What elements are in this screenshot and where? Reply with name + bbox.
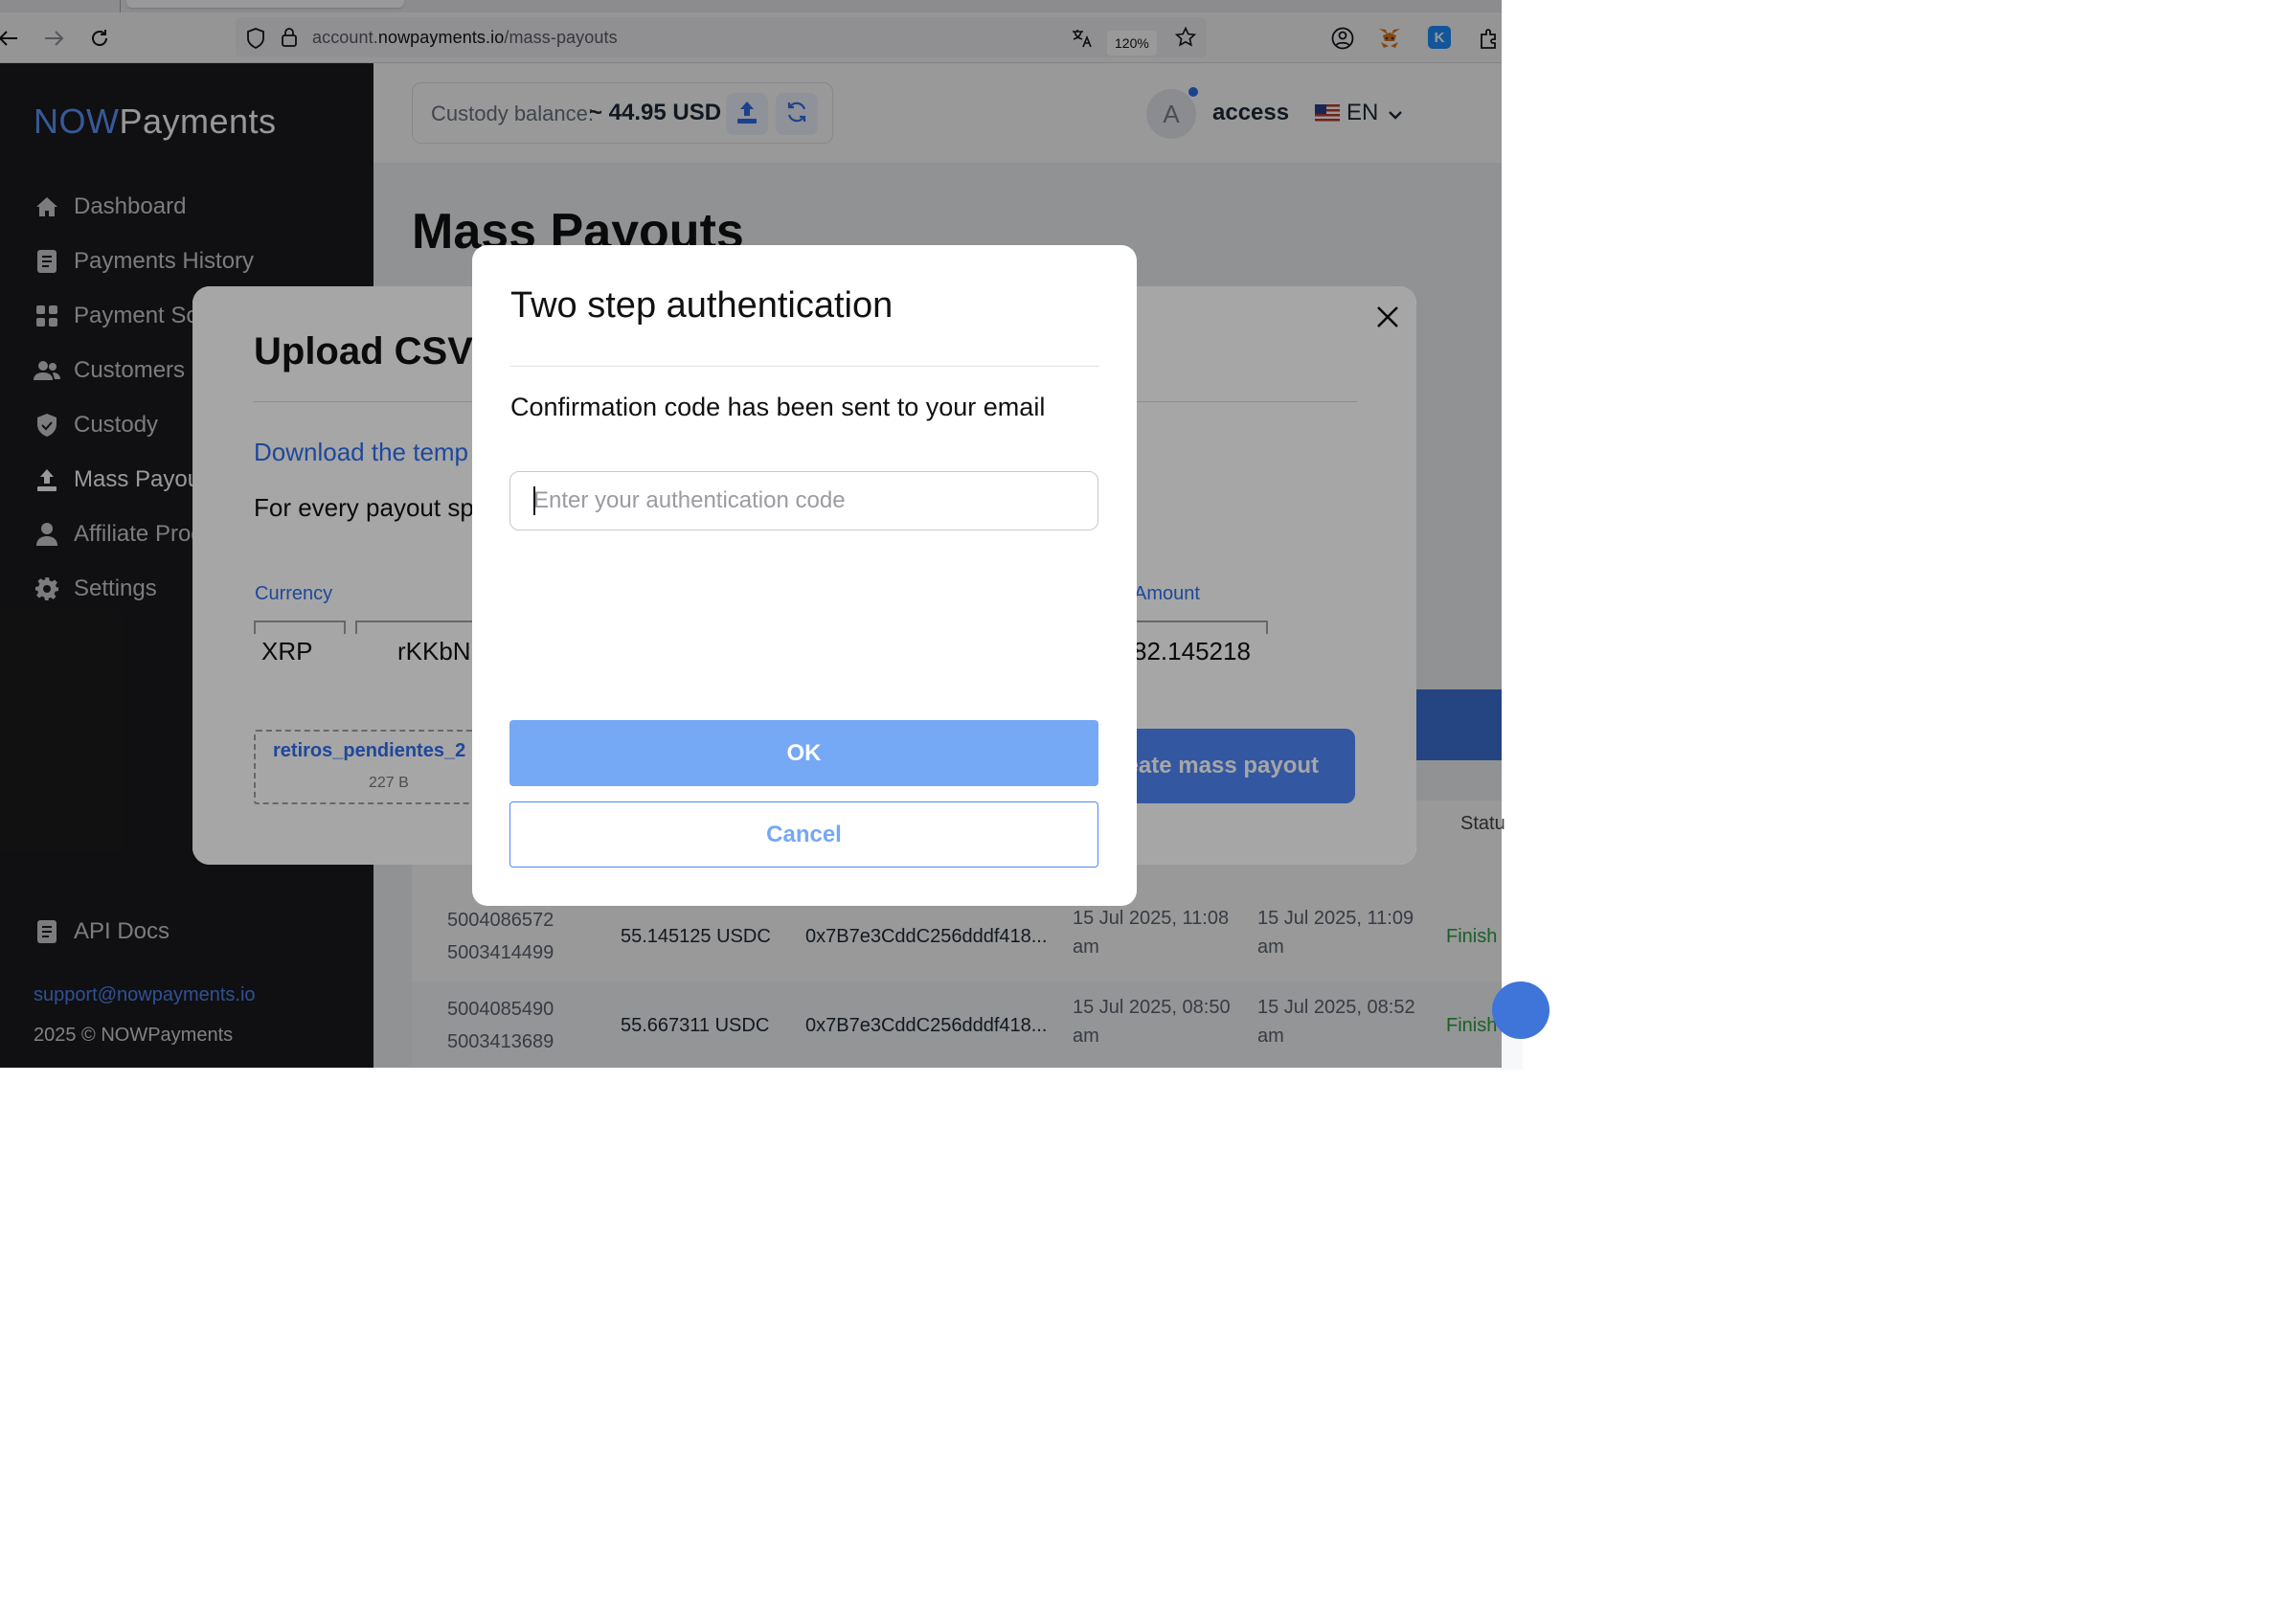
chat-support-button[interactable] <box>1492 981 1550 1039</box>
divider <box>510 366 1099 367</box>
auth-modal-message: Confirmation code has been sent to your … <box>510 393 1046 421</box>
text-caret <box>533 486 535 515</box>
auth-modal-title: Two step authentication <box>510 285 894 326</box>
two-step-auth-modal: Two step authentication Confirmation cod… <box>472 245 1137 906</box>
cancel-button[interactable]: Cancel <box>509 801 1098 868</box>
ok-button[interactable]: OK <box>509 720 1098 786</box>
auth-code-input[interactable] <box>509 471 1098 530</box>
